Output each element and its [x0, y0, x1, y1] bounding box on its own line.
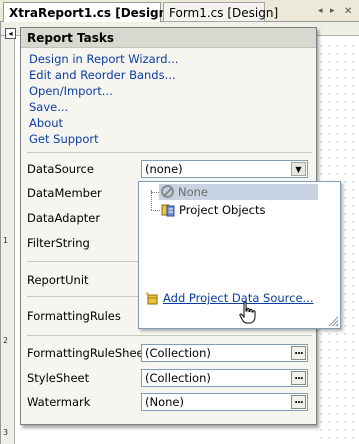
datasource-combobox[interactable]: (none) ▼: [141, 160, 308, 178]
panel-header: Report Tasks: [21, 28, 316, 48]
about-link[interactable]: About: [29, 116, 63, 130]
tab-scroll-left-icon[interactable]: ◂: [318, 6, 323, 16]
watermark-field[interactable]: (None) ...: [141, 393, 308, 411]
hand-cursor-icon: [239, 301, 256, 324]
close-tab-icon[interactable]: ✕: [344, 6, 352, 17]
formattingrulesheet-value: (Collection): [145, 346, 211, 360]
open-import-link[interactable]: Open/Import...: [29, 84, 113, 98]
ellipsis-button[interactable]: ...: [291, 346, 306, 360]
tree-connector: [151, 190, 152, 210]
dataadapter-label: DataAdapter: [27, 211, 101, 225]
datasource-value: (none): [145, 162, 183, 176]
divider: [27, 152, 312, 153]
watermark-value: (None): [145, 395, 184, 409]
ruler-mark: 2: [3, 336, 9, 345]
ruler-mark: 3: [3, 428, 9, 437]
ellipsis-button[interactable]: ...: [291, 395, 306, 409]
resize-grip-icon[interactable]: [327, 315, 338, 326]
stylesheet-value: (Collection): [145, 371, 211, 385]
watermark-label: Watermark: [27, 395, 91, 409]
dropdown-item-label: None: [178, 185, 209, 199]
formattingrulesheet-field[interactable]: (Collection) ...: [141, 344, 308, 362]
design-in-report-wizard-link[interactable]: Design in Report Wizard...: [29, 52, 178, 66]
stylesheet-label: StyleSheet: [27, 371, 90, 385]
formattingrulesheet-label: FormattingRuleSheet: [27, 346, 149, 360]
divider: [27, 335, 312, 336]
dropdown-item-none[interactable]: None: [159, 184, 318, 200]
tree-connector: [151, 192, 159, 193]
ruler-mark: 1: [3, 236, 9, 245]
vertical-ruler: 1 2 3: [1, 36, 15, 444]
ellipsis-button[interactable]: ...: [291, 371, 306, 385]
tab-form1-design[interactable]: Form1.cs [Design]: [163, 2, 278, 22]
get-support-link[interactable]: Get Support: [29, 132, 99, 146]
document-tab-bar: XtraReport1.cs [Design]* Form1.cs [Desig…: [0, 0, 359, 23]
project-objects-icon: [161, 204, 175, 217]
stylesheet-field[interactable]: (Collection) ...: [141, 369, 308, 387]
tab-xtrareport1-design[interactable]: XtraReport1.cs [Design]*: [3, 2, 179, 23]
no-entry-icon: [161, 185, 174, 198]
dropdown-item-project-objects[interactable]: Project Objects: [179, 203, 265, 217]
tab-scroll-right-icon[interactable]: ▸: [330, 6, 335, 16]
save-link[interactable]: Save...: [29, 100, 68, 114]
edit-reorder-bands-link[interactable]: Edit and Reorder Bands...: [29, 68, 176, 82]
dropdown-arrow-icon[interactable]: ▼: [291, 162, 306, 176]
add-data-source-icon: [145, 291, 158, 305]
tree-connector: [151, 210, 160, 211]
panel-title: Report Tasks: [27, 31, 115, 45]
smart-tag-collapse-icon[interactable]: ◂: [5, 28, 16, 39]
datamember-label: DataMember: [27, 186, 102, 200]
formattingrules-label: FormattingRules: [27, 309, 121, 323]
datasource-label: DataSource: [27, 162, 94, 176]
reportunit-label: ReportUnit: [27, 273, 89, 287]
filterstring-label: FilterString: [27, 236, 90, 250]
